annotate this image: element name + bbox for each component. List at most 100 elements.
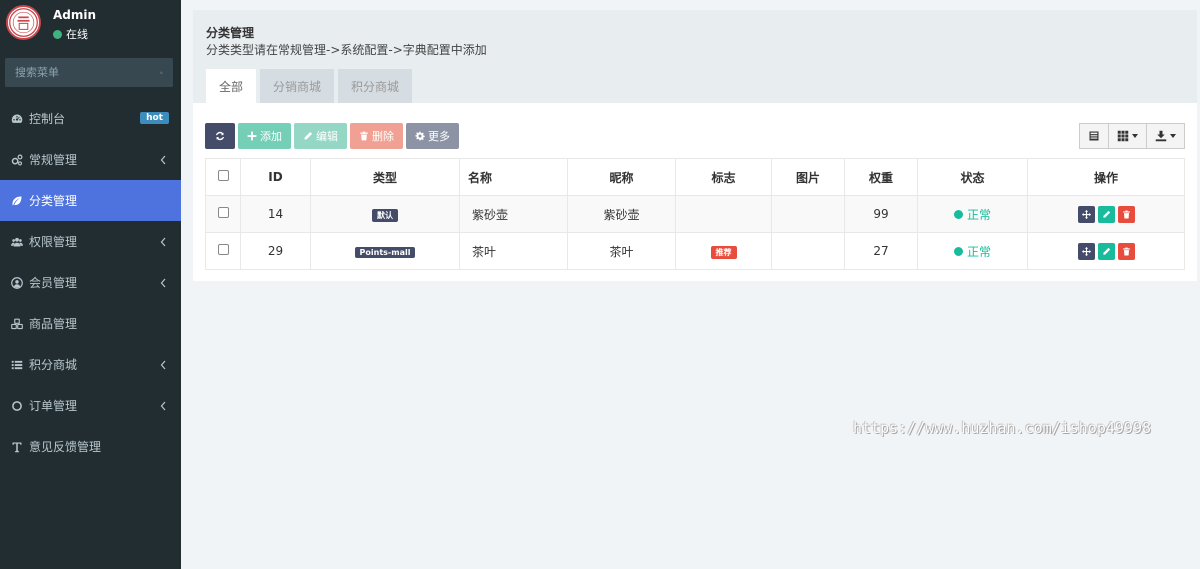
pencil-icon	[1102, 247, 1110, 255]
toggle-view-button[interactable]	[1079, 123, 1109, 149]
panel-body: 添加 编辑 删除 更多 ID 类型 名称 昵称 标志 图片 权重 状态 操作 1…	[193, 103, 1197, 281]
tab-distribution-mall[interactable]: 分销商城	[260, 69, 335, 103]
row-actions	[1077, 205, 1135, 223]
column-header: 操作	[1027, 158, 1185, 196]
export-button[interactable]	[1146, 123, 1185, 149]
row-edit-button[interactable]	[1097, 205, 1115, 223]
nickname-cell: 茶叶	[567, 232, 676, 270]
column-header: 标志	[675, 158, 772, 196]
status-cell: 正常	[917, 232, 1028, 270]
gear-icon	[415, 131, 425, 141]
sidebar-item-order[interactable]: 订单管理	[0, 385, 181, 426]
column-header: 名称	[459, 158, 568, 196]
sidebar-item-points-mall[interactable]: 积分商城	[0, 344, 181, 385]
leaf-icon	[11, 195, 23, 207]
sidebar-item-goods[interactable]: 商品管理	[0, 303, 181, 344]
sidebar-menu: 控制台 hot 常规管理 分类管理 权限管理 会员管理 商品管理 积分商城 订单…	[0, 98, 181, 467]
trash-icon	[1122, 210, 1130, 218]
row-edit-button[interactable]	[1097, 242, 1115, 260]
sidebar-item-label: 意见反馈管理	[29, 440, 102, 454]
status-badge: 正常	[953, 243, 991, 260]
id-cell: 29	[240, 232, 311, 270]
sidebar-item-label: 订单管理	[29, 399, 78, 413]
user-status-text: 在线	[66, 28, 88, 41]
sidebar-search-input[interactable]	[15, 66, 160, 79]
sidebar-item-category[interactable]: 分类管理	[0, 180, 181, 221]
select-all-checkbox[interactable]	[217, 170, 229, 181]
drag-sort-button[interactable]	[1077, 205, 1095, 223]
text-icon	[11, 441, 23, 453]
export-icon	[1155, 130, 1167, 142]
status-dot-icon	[953, 246, 963, 256]
table-header-row: ID 类型 名称 昵称 标志 图片 权重 状态 操作	[205, 158, 1185, 196]
type-cell: 默认	[310, 195, 460, 233]
column-header[interactable]: 权重	[844, 158, 918, 196]
toolbar: 添加 编辑 删除 更多	[205, 123, 462, 149]
sidebar-item-label: 控制台	[29, 112, 66, 126]
dashboard-icon	[11, 113, 23, 125]
type-cell: Points-mall	[310, 232, 460, 270]
user-name: Admin	[53, 8, 97, 22]
sidebar-item-member[interactable]: 会员管理	[0, 262, 181, 303]
columns-toggle-button[interactable]	[1108, 123, 1147, 149]
sidebar-item-label: 会员管理	[29, 276, 78, 290]
delete-button[interactable]: 删除	[350, 123, 403, 149]
add-button[interactable]: 添加	[238, 123, 291, 149]
row-delete-button[interactable]	[1117, 242, 1135, 260]
row-actions	[1077, 242, 1135, 260]
sidebar: Admin 在线 控制台 hot 常规管理 分类管理 权限管理	[0, 0, 181, 569]
main-content: 分类管理 分类类型请在常规管理->系统配置->字典配置中添加 全部 分销商城 积…	[193, 10, 1197, 281]
sidebar-item-dashboard[interactable]: 控制台 hot	[0, 98, 181, 139]
refresh-button[interactable]	[205, 123, 235, 149]
tab-points-mall[interactable]: 积分商城	[338, 69, 413, 103]
edit-button[interactable]: 编辑	[294, 123, 347, 149]
column-header[interactable]: ID	[240, 158, 311, 196]
image-cell	[771, 232, 845, 270]
more-button[interactable]: 更多	[406, 123, 459, 149]
cogs-icon	[11, 154, 23, 166]
sidebar-item-permission[interactable]: 权限管理	[0, 221, 181, 262]
category-tabs: 全部 分销商城 积分商城	[206, 69, 416, 103]
chevron-left-icon	[160, 360, 166, 370]
cubes-icon	[11, 318, 23, 330]
category-table: ID 类型 名称 昵称 标志 图片 权重 状态 操作 14 默认 紫砂壶 紫砂壶…	[205, 158, 1185, 270]
table-row[interactable]: 14 默认 紫砂壶 紫砂壶 99 正常	[205, 195, 1185, 233]
type-tag: 默认	[372, 208, 398, 222]
row-checkbox[interactable]	[217, 207, 229, 218]
chevron-left-icon	[160, 278, 166, 288]
chevron-left-icon	[160, 401, 166, 411]
select-all-cell	[205, 158, 241, 196]
table-view-icon	[1089, 131, 1099, 141]
user-circle-icon	[11, 276, 23, 289]
column-header: 类型	[310, 158, 460, 196]
type-tag: Points-mall	[354, 247, 416, 258]
status-text: 正常	[966, 244, 991, 259]
search-icon[interactable]	[160, 67, 163, 79]
nickname-cell: 紫砂壶	[567, 195, 676, 233]
user-panel: Admin 在线	[0, 0, 181, 48]
flag-cell	[675, 195, 772, 233]
trash-icon	[1122, 247, 1130, 255]
tab-all[interactable]: 全部	[206, 69, 257, 103]
drag-sort-button[interactable]	[1077, 242, 1095, 260]
chevron-left-icon	[160, 155, 166, 165]
row-select-cell	[205, 195, 241, 233]
flag-cell: 推荐	[675, 232, 772, 270]
avatar[interactable]	[6, 5, 41, 40]
image-cell	[771, 195, 845, 233]
status-cell: 正常	[917, 195, 1028, 233]
row-delete-button[interactable]	[1117, 205, 1135, 223]
row-checkbox[interactable]	[217, 244, 229, 255]
plus-icon	[247, 131, 257, 141]
trash-icon	[360, 131, 368, 141]
operations-cell	[1027, 232, 1185, 270]
sidebar-item-general[interactable]: 常规管理	[0, 139, 181, 180]
table-row[interactable]: 29 Points-mall 茶叶 茶叶 推荐 27 正常	[205, 232, 1185, 270]
sidebar-item-feedback[interactable]: 意见反馈管理	[0, 426, 181, 467]
hot-badge: hot	[140, 112, 169, 124]
column-header: 昵称	[567, 158, 676, 196]
refresh-icon	[216, 131, 224, 141]
flag-tag: 推荐	[710, 245, 737, 259]
sidebar-search	[5, 58, 173, 87]
page-title: 分类管理	[206, 26, 255, 40]
